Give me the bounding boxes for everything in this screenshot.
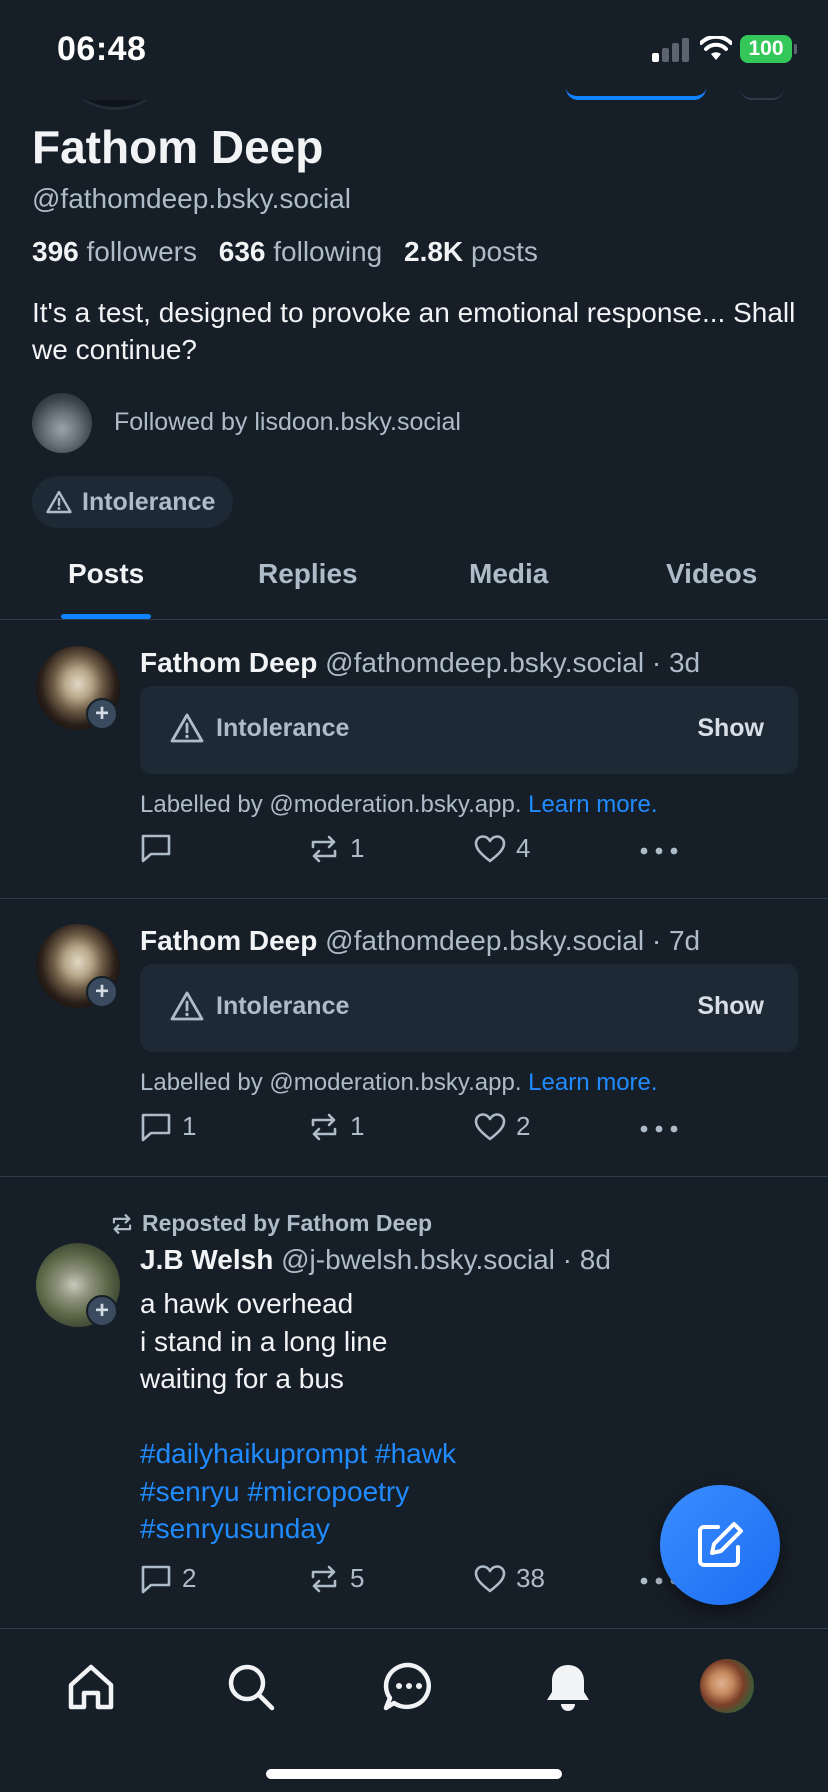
post-time: · 7d — [651, 925, 701, 956]
post-header: J.B Welsh @j-bwelsh.bsky.social · 8d — [140, 1244, 611, 1276]
feed-post[interactable]: + Fathom Deep @fathomdeep.bsky.social · … — [0, 899, 828, 1177]
labelled-by-text: Labelled by @moderation.bsky.app. Learn … — [140, 1069, 658, 1096]
post-author-name[interactable]: Fathom Deep — [140, 925, 317, 956]
follower-avatar[interactable] — [32, 393, 92, 453]
hashtag-link[interactable]: #hawk — [375, 1438, 456, 1469]
reposted-by[interactable]: Reposted by Fathom Deep — [110, 1210, 432, 1237]
post-header: Fathom Deep @fathomdeep.bsky.social · 3d — [140, 647, 700, 679]
tab-posts[interactable]: Posts — [68, 558, 144, 590]
tab-videos[interactable]: Videos — [666, 558, 757, 590]
chat-icon[interactable] — [381, 1659, 437, 1715]
feed-post[interactable]: + Fathom Deep @fathomdeep.bsky.social · … — [0, 621, 828, 899]
home-icon[interactable] — [63, 1659, 119, 1715]
show-content-button[interactable]: Show — [697, 714, 764, 743]
reply-button[interactable] — [140, 833, 182, 863]
post-time: · 8d — [562, 1244, 611, 1275]
post-actions: 1 1 2 — [140, 1111, 700, 1145]
profile-label-text: Intolerance — [82, 487, 216, 516]
home-indicator — [266, 1769, 562, 1779]
reply-icon — [141, 1113, 171, 1141]
compose-button[interactable] — [660, 1485, 780, 1605]
repost-icon — [311, 1565, 337, 1592]
post-header: Fathom Deep @fathomdeep.bsky.social · 7d — [140, 925, 700, 957]
post-actions: 2 5 38 — [140, 1563, 700, 1597]
profile-tabs: Posts Replies Media Videos — [0, 536, 828, 620]
show-content-button[interactable]: Show — [697, 992, 764, 1021]
like-button[interactable]: 38 — [474, 1563, 545, 1594]
followers-stat[interactable]: 396 followers — [32, 236, 197, 267]
tab-media[interactable]: Media — [469, 558, 548, 590]
warning-icon — [46, 490, 72, 514]
bottom-nav — [0, 1628, 828, 1792]
profile-handle: @fathomdeep.bsky.social — [32, 183, 351, 214]
repost-icon — [112, 1213, 132, 1234]
post-time: · 3d — [651, 647, 701, 678]
search-icon[interactable] — [223, 1659, 279, 1715]
profile-bio: It's a test, designed to provoke an emot… — [32, 297, 796, 365]
status-bar: 06:48 100 — [0, 0, 828, 100]
content-warning[interactable]: Intolerance Show — [140, 686, 798, 774]
repost-icon — [311, 1113, 337, 1140]
wifi-icon — [700, 36, 732, 60]
profile-menu-button[interactable] — [740, 88, 784, 100]
heart-icon — [474, 1564, 506, 1592]
bell-icon[interactable] — [540, 1659, 596, 1715]
post-actions: 1 4 — [140, 833, 700, 867]
profile-name: Fathom Deep — [32, 121, 324, 173]
content-warning-label: Intolerance — [216, 992, 350, 1020]
post-text: a hawk overhead i stand in a long line w… — [140, 1288, 388, 1394]
content-warning[interactable]: Intolerance Show — [140, 964, 798, 1052]
repost-button[interactable]: 5 — [308, 1563, 364, 1594]
hashtag-link[interactable]: #micropoetry — [247, 1476, 409, 1507]
reply-button[interactable]: 2 — [140, 1563, 196, 1594]
repost-icon — [311, 835, 337, 862]
more-options-button[interactable] — [640, 1125, 678, 1133]
cellular-signal-icon — [652, 38, 690, 62]
heart-icon — [474, 1112, 506, 1140]
reply-icon — [141, 834, 171, 863]
following-stat[interactable]: 636 following — [219, 236, 382, 267]
reply-button[interactable]: 1 — [140, 1111, 196, 1142]
reply-icon — [141, 1565, 171, 1593]
profile-label-chip[interactable]: Intolerance — [32, 476, 234, 528]
post-hashtags: #dailyhaikuprompt #hawk #senryu #micropo… — [140, 1435, 540, 1548]
learn-more-link[interactable]: Learn more. — [528, 791, 657, 818]
warning-icon — [170, 713, 204, 743]
follow-plus-icon[interactable]: + — [86, 976, 118, 1008]
post-author-handle[interactable]: @fathomdeep.bsky.social — [325, 925, 644, 956]
like-button[interactable]: 2 — [474, 1111, 530, 1142]
battery-icon: 100 — [740, 35, 797, 63]
repost-button[interactable]: 1 — [308, 1111, 364, 1142]
post-author-name[interactable]: Fathom Deep — [140, 647, 317, 678]
profile-avatar[interactable] — [700, 1659, 754, 1713]
post-author-handle[interactable]: @fathomdeep.bsky.social — [325, 647, 644, 678]
post-author-name[interactable]: J.B Welsh — [140, 1244, 273, 1275]
more-options-button[interactable] — [640, 847, 678, 855]
posts-stat: 2.8K posts — [404, 236, 538, 267]
more-icon — [640, 1125, 678, 1133]
followed-by-text[interactable]: Followed by lisdoon.bsky.social — [114, 408, 461, 437]
status-time: 06:48 — [57, 30, 147, 68]
like-button[interactable]: 4 — [474, 833, 530, 864]
hashtag-link[interactable]: #dailyhaikuprompt — [140, 1438, 367, 1469]
profile-stats: 396 followers 636 following 2.8K posts — [32, 236, 552, 268]
active-tab-indicator — [61, 614, 151, 619]
content-warning-label: Intolerance — [216, 714, 350, 742]
follow-button[interactable] — [566, 88, 706, 100]
post-author-handle[interactable]: @j-bwelsh.bsky.social — [281, 1244, 555, 1275]
warning-icon — [170, 991, 204, 1021]
learn-more-link[interactable]: Learn more. — [528, 1069, 657, 1096]
hashtag-link[interactable]: #senryu — [140, 1476, 240, 1507]
tab-replies[interactable]: Replies — [258, 558, 358, 590]
labelled-by-text: Labelled by @moderation.bsky.app. Learn … — [140, 791, 658, 818]
follow-plus-icon[interactable]: + — [86, 1295, 118, 1327]
heart-icon — [474, 834, 506, 862]
repost-button[interactable]: 1 — [308, 833, 364, 864]
hashtag-link[interactable]: #senryusunday — [140, 1513, 330, 1544]
follow-plus-icon[interactable]: + — [86, 698, 118, 730]
more-icon — [640, 847, 678, 855]
compose-icon — [698, 1522, 743, 1567]
